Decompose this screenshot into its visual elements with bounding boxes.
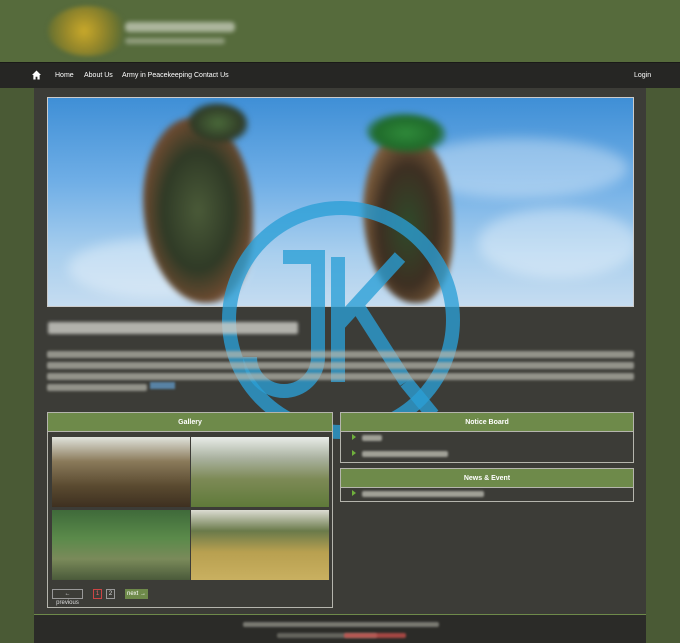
nav-login[interactable]: Login: [634, 63, 651, 88]
gallery-next-button[interactable]: next →: [125, 589, 148, 599]
section-heading-blurred: [48, 322, 298, 334]
notice-item[interactable]: [362, 451, 448, 457]
gallery-thumb[interactable]: [52, 437, 190, 507]
paragraph-line: [47, 384, 147, 391]
read-more-link[interactable]: [150, 382, 175, 389]
site-logo[interactable]: [48, 6, 128, 56]
paragraph-line: [47, 362, 634, 369]
site-name-blurred: [125, 22, 235, 32]
site-tagline-blurred: [125, 38, 225, 44]
site-footer: [34, 614, 646, 643]
home-icon[interactable]: [32, 70, 41, 80]
nav-contact-us[interactable]: Contact Us: [194, 63, 229, 88]
site-header: [0, 0, 680, 62]
bullet-icon: [352, 490, 356, 496]
main-nav: Home About Us Army in Peacekeeping Conta…: [0, 62, 680, 88]
hero-banner: [47, 97, 634, 307]
gallery-title: Gallery: [48, 413, 332, 432]
nav-about-us[interactable]: About Us: [84, 63, 113, 88]
gallery-page-1[interactable]: 1: [93, 589, 102, 599]
gallery-thumb[interactable]: [52, 510, 190, 580]
gallery-page-2[interactable]: 2: [106, 589, 115, 599]
nav-home[interactable]: Home: [55, 63, 74, 88]
bullet-icon: [352, 450, 356, 456]
news-item[interactable]: [362, 491, 484, 497]
gallery-thumb[interactable]: [191, 510, 329, 580]
paragraph-line: [47, 373, 634, 380]
paragraph-line: [47, 351, 634, 358]
footer-credit-link[interactable]: [344, 633, 406, 638]
news-event-title: News & Event: [341, 469, 633, 488]
notice-board-title: Notice Board: [341, 413, 633, 432]
bullet-icon: [352, 434, 356, 440]
nav-army-in-peacekeeping[interactable]: Army in Peacekeeping: [122, 63, 192, 88]
gallery-thumb[interactable]: [191, 437, 329, 507]
footer-copyright-blurred: [243, 622, 439, 627]
notice-item[interactable]: [362, 435, 382, 441]
gallery-prev-button[interactable]: ← previous: [52, 589, 83, 606]
